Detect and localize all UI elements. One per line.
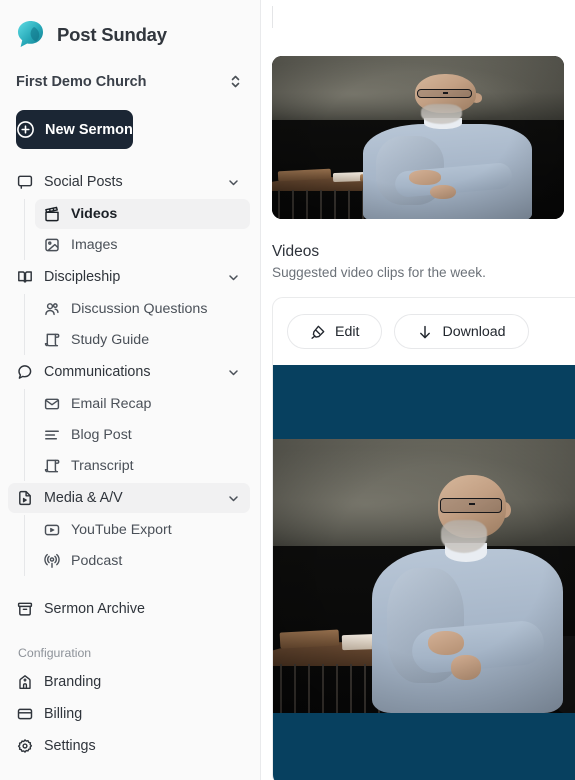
nav-group-media-av: Media & A/V YouTube Export Podcast bbox=[0, 483, 260, 576]
nav-children-social-posts: Videos Images bbox=[24, 199, 260, 260]
video-play-icon bbox=[43, 522, 60, 539]
sidebar-item-sermon-archive[interactable]: Sermon Archive bbox=[8, 593, 250, 624]
speech-bubble-logo bbox=[14, 18, 47, 51]
clapperboard-icon bbox=[43, 206, 60, 223]
chevron-down-icon bbox=[227, 271, 240, 284]
sidebar-nav: Social Posts Videos Images Discipleship … bbox=[0, 167, 260, 761]
sidebar-label: Social Posts bbox=[44, 174, 123, 190]
users-icon bbox=[43, 301, 60, 318]
edit-button[interactable]: Edit bbox=[287, 314, 383, 349]
highlighter-icon bbox=[310, 324, 326, 340]
sidebar-item-videos[interactable]: Videos bbox=[35, 199, 250, 229]
sidebar-item-media-av[interactable]: Media & A/V bbox=[8, 483, 250, 513]
chevron-down-icon bbox=[227, 366, 240, 379]
sidebar-label: Discipleship bbox=[44, 269, 121, 285]
scroll-icon bbox=[43, 458, 60, 475]
sidebar-item-discipleship[interactable]: Discipleship bbox=[8, 262, 250, 292]
nav-children-discipleship: Discussion Questions Study Guide bbox=[24, 294, 260, 355]
sidebar-section-label: Configuration bbox=[18, 646, 92, 660]
sidebar-label: Discussion Questions bbox=[71, 301, 208, 317]
main-content: Videos Suggested video clips for the wee… bbox=[261, 0, 575, 780]
chevron-down-icon bbox=[227, 492, 240, 505]
brand: Post Sunday bbox=[0, 0, 260, 56]
brand-name: Post Sunday bbox=[57, 23, 167, 45]
nav-group-communications: Communications Email Recap Blog Post Tra… bbox=[0, 357, 260, 481]
image-icon bbox=[43, 237, 60, 254]
sidebar-label: Billing bbox=[44, 705, 83, 722]
sidebar-label: Videos bbox=[71, 206, 118, 222]
sidebar-item-email-recap[interactable]: Email Recap bbox=[35, 389, 250, 419]
sidebar-label: Podcast bbox=[71, 553, 123, 569]
sidebar-label: YouTube Export bbox=[71, 522, 172, 538]
sidebar-label: Branding bbox=[44, 673, 102, 690]
content-divider bbox=[272, 6, 273, 28]
book-open-icon bbox=[16, 269, 33, 286]
nav-group-discipleship: Discipleship Discussion Questions Study … bbox=[0, 262, 260, 355]
sidebar-item-images[interactable]: Images bbox=[35, 230, 250, 260]
page-title: Videos bbox=[272, 243, 320, 260]
church-icon bbox=[16, 673, 33, 690]
sidebar-label: Blog Post bbox=[71, 427, 132, 443]
card-action-bar: Edit Download bbox=[273, 298, 575, 365]
podcast-icon bbox=[43, 553, 60, 570]
sidebar-item-blog-post[interactable]: Blog Post bbox=[35, 420, 250, 450]
sidebar-label: Settings bbox=[44, 737, 96, 754]
plus-circle-icon bbox=[16, 120, 35, 139]
sidebar-label: Media & A/V bbox=[44, 490, 123, 506]
sidebar-label: Transcript bbox=[71, 458, 134, 474]
download-label: Download bbox=[442, 323, 506, 340]
sidebar-label: Study Guide bbox=[71, 332, 150, 348]
message-circle-icon bbox=[16, 364, 33, 381]
sidebar-label: Sermon Archive bbox=[44, 600, 145, 617]
sidebar-label: Email Recap bbox=[71, 396, 152, 412]
sidebar-label: Communications bbox=[44, 364, 151, 380]
nav-children-communications: Email Recap Blog Post Transcript bbox=[24, 389, 260, 481]
sidebar: Post Sunday First Demo Church New Sermon bbox=[0, 0, 261, 780]
sidebar-item-settings[interactable]: Settings bbox=[8, 730, 250, 761]
sidebar-item-study-guide[interactable]: Study Guide bbox=[35, 325, 250, 355]
sidebar-item-discussion-questions[interactable]: Discussion Questions bbox=[35, 294, 250, 324]
sermon-clip-video bbox=[273, 439, 575, 713]
chevrons-up-down-icon bbox=[229, 74, 242, 91]
org-switcher[interactable]: First Demo Church bbox=[0, 64, 260, 100]
new-sermon-button[interactable]: New Sermon bbox=[16, 110, 133, 149]
sidebar-item-youtube-export[interactable]: YouTube Export bbox=[35, 515, 250, 545]
app-root: Post Sunday First Demo Church New Sermon bbox=[0, 0, 575, 780]
align-left-icon bbox=[43, 427, 60, 444]
sermon-speaker-thumbnail bbox=[272, 56, 564, 219]
archive-icon bbox=[16, 600, 33, 617]
nav-group-social-posts: Social Posts Videos Images bbox=[0, 167, 260, 260]
edit-label: Edit bbox=[335, 323, 360, 340]
new-sermon-label: New Sermon bbox=[45, 121, 133, 138]
credit-card-icon bbox=[16, 705, 33, 722]
sidebar-item-podcast[interactable]: Podcast bbox=[35, 546, 250, 576]
gear-icon bbox=[16, 737, 33, 754]
video-player[interactable] bbox=[273, 365, 575, 780]
sidebar-item-social-posts[interactable]: Social Posts bbox=[8, 167, 250, 197]
scroll-icon bbox=[43, 332, 60, 349]
sidebar-item-branding[interactable]: Branding bbox=[8, 666, 250, 697]
video-card: Edit Download bbox=[272, 297, 575, 780]
mail-icon bbox=[43, 396, 60, 413]
nav-children-media-av: YouTube Export Podcast bbox=[24, 515, 260, 576]
sidebar-item-transcript[interactable]: Transcript bbox=[35, 451, 250, 481]
sidebar-item-communications[interactable]: Communications bbox=[8, 357, 250, 387]
message-square-icon bbox=[16, 174, 33, 191]
sidebar-label: Images bbox=[71, 237, 118, 253]
file-play-icon bbox=[16, 490, 33, 507]
chevron-down-icon bbox=[227, 176, 240, 189]
org-name: First Demo Church bbox=[16, 74, 147, 90]
hero-thumbnail[interactable] bbox=[272, 56, 564, 219]
arrow-down-icon bbox=[417, 324, 433, 340]
sidebar-item-billing[interactable]: Billing bbox=[8, 698, 250, 729]
page-subtitle: Suggested video clips for the week. bbox=[272, 265, 486, 280]
download-button[interactable]: Download bbox=[394, 314, 529, 349]
